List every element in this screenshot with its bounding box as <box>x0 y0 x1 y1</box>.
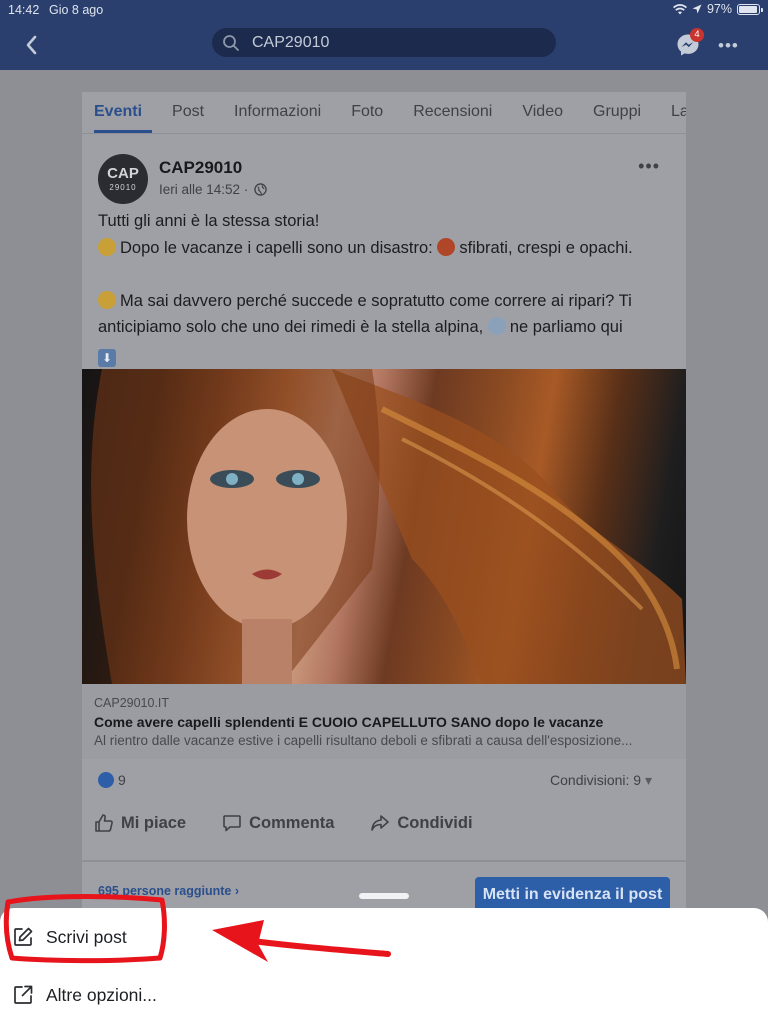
reactions-row: 9 Condivisioni: 9 ▾ <box>98 772 670 792</box>
search-bar[interactable] <box>212 28 556 57</box>
avatar-logo-subtext: 29010 <box>109 183 137 192</box>
post-time[interactable]: Ieri alle 14:52 · <box>159 182 248 197</box>
like-reaction-icon <box>98 772 114 788</box>
status-date: Gio 8 ago <box>49 3 104 17</box>
battery-percent: 97% <box>706 2 732 16</box>
share-button[interactable]: Condividi <box>370 808 473 838</box>
woman-portrait-image <box>91 369 686 684</box>
comment-label: Commenta <box>249 813 335 832</box>
wifi-icon <box>672 3 687 15</box>
like-label: Mi piace <box>121 813 187 832</box>
link-domain: CAP29010.IT <box>94 696 170 710</box>
page-post-card: Eventi Post Informazioni Foto Recensioni… <box>82 92 686 912</box>
link-description: Al rientro dalle vacanze estive i capell… <box>94 733 633 748</box>
tab-gruppi[interactable]: Gruppi <box>593 103 651 133</box>
share-label: Condividi <box>397 813 473 832</box>
globe-icon <box>254 183 268 196</box>
external-link-icon <box>14 985 33 1004</box>
reach-text: 695 persone raggiunte <box>98 884 232 898</box>
post-photo[interactable] <box>82 369 686 684</box>
battery-icon <box>737 3 763 15</box>
share-arrow-icon <box>371 815 390 831</box>
comment-icon <box>223 815 241 832</box>
status-bar: 14:42 Gio 8 ago 97% <box>0 2 768 20</box>
location-icon <box>692 4 702 14</box>
sheet-drag-handle[interactable] <box>359 893 409 899</box>
tab-eventi[interactable]: Eventi <box>94 103 153 133</box>
share-count[interactable]: Condivisioni: 9 ▾ <box>550 772 652 789</box>
write-post-option[interactable]: Scrivi post <box>0 908 768 966</box>
tab-lavoro[interactable]: Lavo <box>671 103 686 133</box>
down-arrow-emoji-icon: ⬇ <box>98 348 116 367</box>
audience-chevron-icon: ▾ <box>644 772 652 788</box>
link-preview[interactable]: CAP29010.IT Come avere capelli splendent… <box>82 684 686 759</box>
post-line-2b: sfibrati, crespi e opachi. <box>459 238 633 257</box>
tab-recensioni[interactable]: Recensioni <box>413 103 502 133</box>
tab-post[interactable]: Post <box>172 103 214 133</box>
scream-emoji-icon <box>487 317 506 335</box>
reach-link[interactable]: 695 persone raggiunte › <box>98 884 239 898</box>
thinking-emoji-icon <box>98 290 116 309</box>
tab-foto[interactable]: Foto <box>351 103 393 133</box>
post-meta: Ieri alle 14:52 · <box>159 182 268 197</box>
battery-fill <box>739 5 758 13</box>
like-count[interactable]: 9 <box>118 772 126 788</box>
top-navigation-bar: 14:42 Gio 8 ago 97% 4 ••• <box>0 0 768 70</box>
section-divider <box>82 860 686 862</box>
avatar-logo-text: CAP <box>107 165 139 182</box>
page-avatar[interactable]: CAP 29010 <box>98 154 148 204</box>
more-options-icon[interactable]: ••• <box>718 36 742 55</box>
post-actions: Mi piace Commenta Condividi <box>94 808 666 838</box>
angry-emoji-icon <box>437 237 456 256</box>
status-right: 97% <box>672 2 763 16</box>
search-icon <box>223 34 239 51</box>
boost-post-button[interactable]: Metti in evidenza il post <box>475 877 670 912</box>
post-line-2: Dopo le vacanze i capelli sono un disast… <box>98 235 673 262</box>
post-line-3: Ma sai davvero perché succede e sopratut… <box>98 288 673 341</box>
post-options-icon[interactable]: ••• <box>638 156 660 177</box>
more-options-label: Altre opzioni... <box>46 984 157 1005</box>
search-input[interactable] <box>252 33 522 52</box>
post-line-1: Tutti gli anni è la stessa storia! <box>98 212 320 230</box>
comment-button[interactable]: Commenta <box>222 808 334 838</box>
messenger-badge: 4 <box>690 28 704 42</box>
more-options-option[interactable]: Altre opzioni... <box>0 966 768 1024</box>
page-tabs: Eventi Post Informazioni Foto Recensioni… <box>82 92 686 134</box>
back-chevron-icon[interactable] <box>22 33 42 57</box>
post-line-4: ⬇ <box>98 341 673 368</box>
edit-pencil-icon <box>14 927 33 946</box>
action-sheet: Scrivi post Altre opzioni... <box>0 908 768 1024</box>
thumbs-up-icon <box>95 814 113 832</box>
post-line-2a: Dopo le vacanze i capelli sono un disast… <box>120 238 433 257</box>
tab-video[interactable]: Video <box>522 103 573 133</box>
share-count-text: Condivisioni: 9 <box>550 772 642 788</box>
chevron-right-icon: › <box>234 884 240 898</box>
link-title: Come avere capelli splendenti E CUOIO CA… <box>94 714 604 730</box>
smile-emoji-icon <box>98 237 116 256</box>
post-line-3b: ne parliamo qui <box>509 318 623 336</box>
post-text: Tutti gli anni è la stessa storia! Dopo … <box>98 208 673 367</box>
status-time: 14:42 <box>8 3 40 17</box>
like-button[interactable]: Mi piace <box>94 808 186 838</box>
write-post-label: Scrivi post <box>46 926 127 947</box>
tab-informazioni[interactable]: Informazioni <box>234 103 331 133</box>
page-name[interactable]: CAP29010 <box>159 158 242 178</box>
post-header: CAP 29010 CAP29010 Ieri alle 14:52 · ••• <box>98 154 670 206</box>
